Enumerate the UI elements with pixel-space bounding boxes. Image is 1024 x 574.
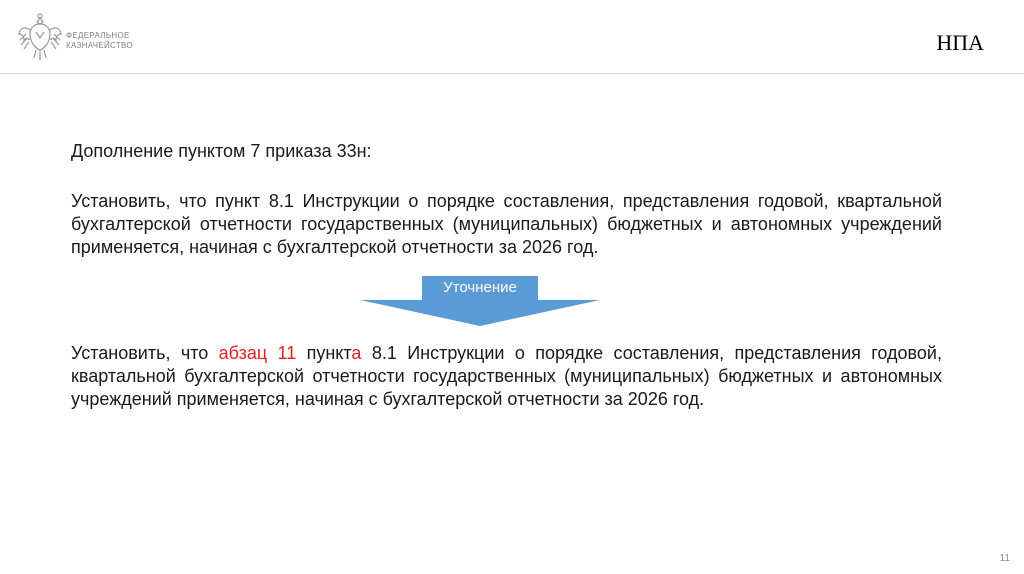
treasury-emblem-icon bbox=[18, 13, 62, 60]
organization-name: ФЕДЕРАЛЬНОЕ КАЗНАЧЕЙСТВО bbox=[66, 31, 133, 51]
revised-text-part2: пункт bbox=[296, 343, 352, 363]
section-title: НПА bbox=[936, 30, 984, 55]
page-number: 11 bbox=[999, 553, 1010, 564]
clarification-label: Уточнение bbox=[422, 276, 538, 300]
revised-text-part1: Установить, что bbox=[71, 343, 219, 363]
intro-text: Дополнение пунктом 7 приказа 33н: bbox=[71, 141, 372, 161]
org-name-line1: ФЕДЕРАЛЬНОЕ bbox=[66, 31, 130, 40]
slide-header: ФЕДЕРАЛЬНОЕ КАЗНАЧЕЙСТВО НПА bbox=[0, 0, 1024, 74]
revised-paragraph: Установить, что абзац 11 пункта 8.1 Инст… bbox=[71, 342, 942, 411]
highlight-paragraph-number: абзац 11 bbox=[218, 343, 297, 363]
highlight-case-ending: а bbox=[351, 343, 362, 363]
original-paragraph: Установить, что пункт 8.1 Инструкции о п… bbox=[71, 191, 942, 257]
org-name-line2: КАЗНАЧЕЙСТВО bbox=[66, 41, 133, 50]
